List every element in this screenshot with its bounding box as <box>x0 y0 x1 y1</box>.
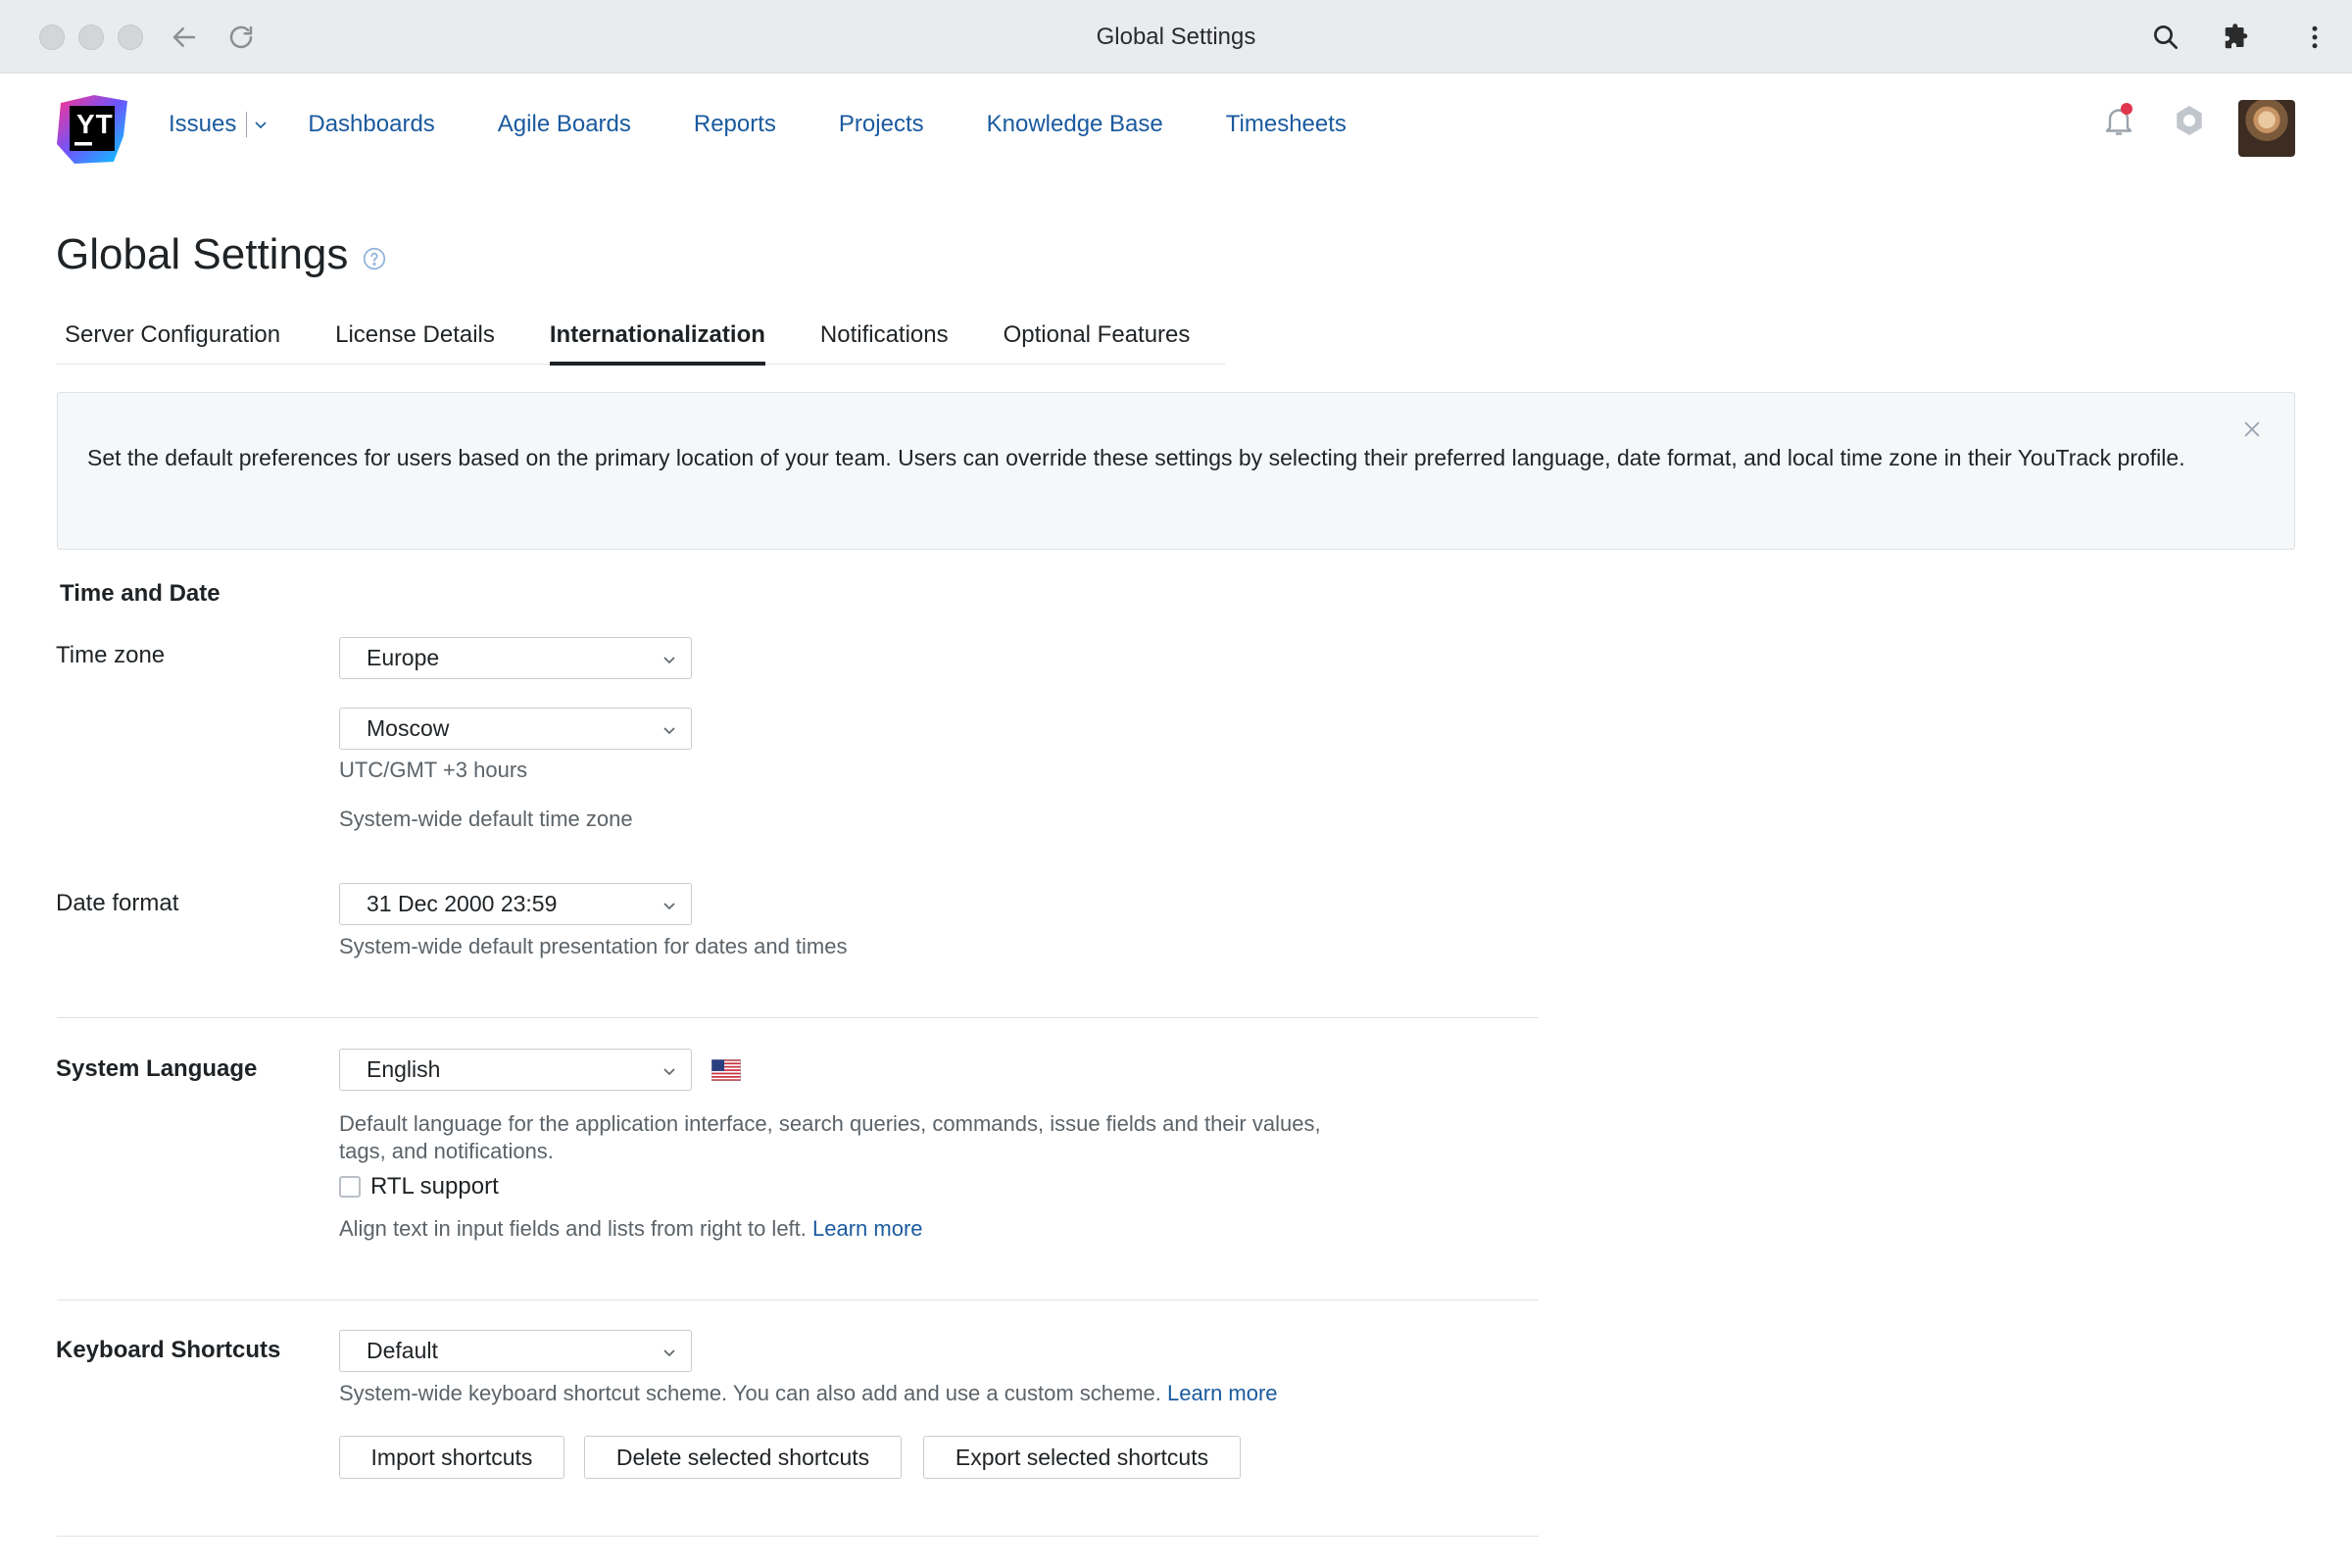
chevron-down-icon <box>663 1349 675 1357</box>
help-button[interactable] <box>362 233 387 282</box>
issues-dropdown-toggle[interactable] <box>253 117 269 132</box>
info-banner-text: Set the default preferences for users ba… <box>87 445 2185 470</box>
utc-offset-text: UTC/GMT +3 hours <box>339 758 528 782</box>
keyboard-shortcuts-title: Keyboard Shortcuts <box>56 1337 281 1363</box>
user-avatar[interactable] <box>2238 100 2295 157</box>
shortcuts-learn-more-link[interactable]: Learn more <box>1167 1381 1278 1405</box>
import-shortcuts-button[interactable]: Import shortcuts <box>339 1436 564 1479</box>
time-zone-label: Time zone <box>56 642 166 668</box>
nav-item-timesheets[interactable]: Timesheets <box>1226 111 1347 138</box>
time-zone-region-select[interactable]: Europe <box>339 637 692 679</box>
chevron-down-icon <box>663 657 675 664</box>
nav-item-knowledge-base[interactable]: Knowledge Base <box>987 111 1163 138</box>
chevron-down-icon <box>663 903 675 910</box>
tab-notifications[interactable]: Notifications <box>811 321 957 365</box>
section-divider <box>57 1299 1539 1300</box>
main-nav: Issues Dashboards Agile Boards Reports P… <box>169 111 1409 138</box>
time-zone-region-value: Europe <box>367 645 440 670</box>
settings-tabs: Server Configuration License Details Int… <box>56 321 1225 366</box>
nav-separator <box>246 112 248 137</box>
youtrack-logo[interactable]: YT <box>55 93 129 166</box>
tab-optional-features[interactable]: Optional Features <box>995 321 1200 365</box>
browser-menu-button[interactable] <box>2295 18 2334 57</box>
rtl-support-hint: Align text in input fields and lists fro… <box>339 1216 807 1241</box>
tab-server-configuration[interactable]: Server Configuration <box>56 321 289 365</box>
delete-selected-shortcuts-button[interactable]: Delete selected shortcuts <box>584 1436 902 1479</box>
date-format-value: 31 Dec 2000 23:59 <box>367 891 558 916</box>
tab-internationalization[interactable]: Internationalization <box>541 321 774 366</box>
keyboard-shortcuts-hint-row: System-wide keyboard shortcut scheme. Yo… <box>339 1380 1278 1407</box>
system-language-title: System Language <box>56 1055 258 1082</box>
notification-dot <box>2121 103 2132 115</box>
help-circle-icon <box>364 247 386 270</box>
close-icon <box>2244 421 2260 437</box>
keyboard-shortcuts-value: Default <box>367 1338 438 1363</box>
nav-item-agile-boards[interactable]: Agile Boards <box>498 111 631 138</box>
nav-item-issues[interactable]: Issues <box>169 111 236 138</box>
banner-close-button[interactable] <box>2237 415 2267 444</box>
notifications-button[interactable] <box>2097 99 2140 142</box>
browser-search-button[interactable] <box>2146 18 2185 57</box>
window-title: Global Settings <box>1096 24 1256 50</box>
puzzle-icon <box>2225 24 2248 49</box>
date-format-label: Date format <box>56 890 179 916</box>
extensions-button[interactable] <box>2217 18 2256 57</box>
page-title: Global Settings <box>56 230 349 278</box>
time-and-date-title: Time and Date <box>60 580 220 607</box>
section-divider <box>57 1536 1539 1537</box>
export-selected-shortcuts-button[interactable]: Export selected shortcuts <box>923 1436 1241 1479</box>
search-icon <box>2154 25 2178 49</box>
tab-license-details[interactable]: License Details <box>326 321 504 365</box>
nav-issues-group: Issues <box>169 111 269 138</box>
date-format-select[interactable]: 31 Dec 2000 23:59 <box>339 883 692 925</box>
administration-button[interactable] <box>2168 99 2211 142</box>
chevron-down-icon <box>663 727 675 735</box>
gear-icon <box>2177 106 2202 135</box>
rtl-learn-more-link[interactable]: Learn more <box>812 1216 923 1241</box>
logo-text: YT <box>76 109 114 139</box>
page-title-row: Global Settings <box>56 227 387 282</box>
time-zone-city-value: Moscow <box>367 715 450 741</box>
rtl-support-label[interactable]: RTL support <box>370 1173 499 1200</box>
chevron-down-icon <box>255 122 267 129</box>
keyboard-shortcuts-select[interactable]: Default <box>339 1330 692 1372</box>
kebab-menu-icon <box>2312 25 2318 49</box>
header-actions <box>2097 99 2211 142</box>
keyboard-shortcuts-hint: System-wide keyboard shortcut scheme. Yo… <box>339 1381 1161 1405</box>
chevron-down-icon <box>663 1068 675 1076</box>
rtl-support-hint-row: Align text in input fields and lists fro… <box>339 1215 923 1243</box>
nav-item-reports[interactable]: Reports <box>694 111 776 138</box>
browser-chrome: Global Settings <box>0 0 2352 74</box>
nav-item-dashboards[interactable]: Dashboards <box>308 111 434 138</box>
rtl-support-checkbox[interactable] <box>339 1176 361 1198</box>
us-flag-icon <box>711 1059 741 1081</box>
time-zone-hint: System-wide default time zone <box>339 807 633 831</box>
section-divider <box>57 1017 1539 1018</box>
system-language-value: English <box>367 1056 441 1082</box>
info-banner: Set the default preferences for users ba… <box>57 392 2295 550</box>
rtl-support-row: RTL support <box>339 1173 499 1200</box>
app-header: YT Issues Dashboards Agile Boards Report… <box>0 74 2352 181</box>
system-language-select[interactable]: English <box>339 1049 692 1091</box>
nav-item-projects[interactable]: Projects <box>839 111 924 138</box>
system-language-hint-line1: Default language for the application int… <box>339 1111 1321 1136</box>
time-zone-city-select[interactable]: Moscow <box>339 708 692 750</box>
date-format-hint: System-wide default presentation for dat… <box>339 934 848 958</box>
system-language-hint-line2: tags, and notifications. <box>339 1139 554 1163</box>
